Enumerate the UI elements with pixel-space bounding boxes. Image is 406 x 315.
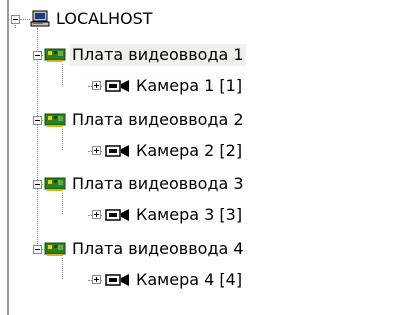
tree-node-board-1[interactable]: Плата видеоввода 1 <box>70 44 246 66</box>
collapse-toggle[interactable] <box>33 180 42 189</box>
device-tree: LOCALHOST Плата видеоввода 1 Камера 1 [1… <box>0 0 406 315</box>
camera-icon <box>105 145 129 157</box>
tree-node-camera-1[interactable]: Камера 1 [1] <box>134 75 244 97</box>
collapse-toggle[interactable] <box>11 15 20 24</box>
collapse-toggle[interactable] <box>33 245 42 254</box>
tree-node-board-4[interactable]: Плата видеоввода 4 <box>70 238 246 260</box>
video-capture-card-icon <box>44 48 66 62</box>
video-capture-card-icon <box>44 113 66 127</box>
tree-node-localhost[interactable]: LOCALHOST <box>54 8 155 30</box>
tree-border <box>7 0 9 315</box>
collapse-toggle[interactable] <box>33 116 42 125</box>
expand-toggle[interactable] <box>92 210 101 219</box>
video-capture-card-icon <box>44 242 66 256</box>
collapse-toggle[interactable] <box>33 51 42 60</box>
tree-line <box>20 19 30 20</box>
tree-line <box>37 28 38 250</box>
tree-line <box>62 129 63 150</box>
tree-node-camera-2[interactable]: Камера 2 [2] <box>134 140 244 162</box>
expand-toggle[interactable] <box>92 81 101 90</box>
camera-icon <box>105 80 129 92</box>
tree-line <box>62 64 63 85</box>
tree-node-camera-3[interactable]: Камера 3 [3] <box>134 204 244 226</box>
video-capture-card-icon <box>44 177 66 191</box>
tree-line <box>62 193 63 214</box>
expand-toggle[interactable] <box>92 146 101 155</box>
tree-node-board-3[interactable]: Плата видеоввода 3 <box>70 173 246 195</box>
computer-icon <box>30 10 50 27</box>
tree-line <box>62 258 63 279</box>
tree-node-board-2[interactable]: Плата видеоввода 2 <box>70 109 246 131</box>
camera-icon <box>105 209 129 221</box>
expand-toggle[interactable] <box>92 275 101 284</box>
camera-icon <box>105 274 129 286</box>
tree-node-camera-4[interactable]: Камера 4 [4] <box>134 269 244 291</box>
